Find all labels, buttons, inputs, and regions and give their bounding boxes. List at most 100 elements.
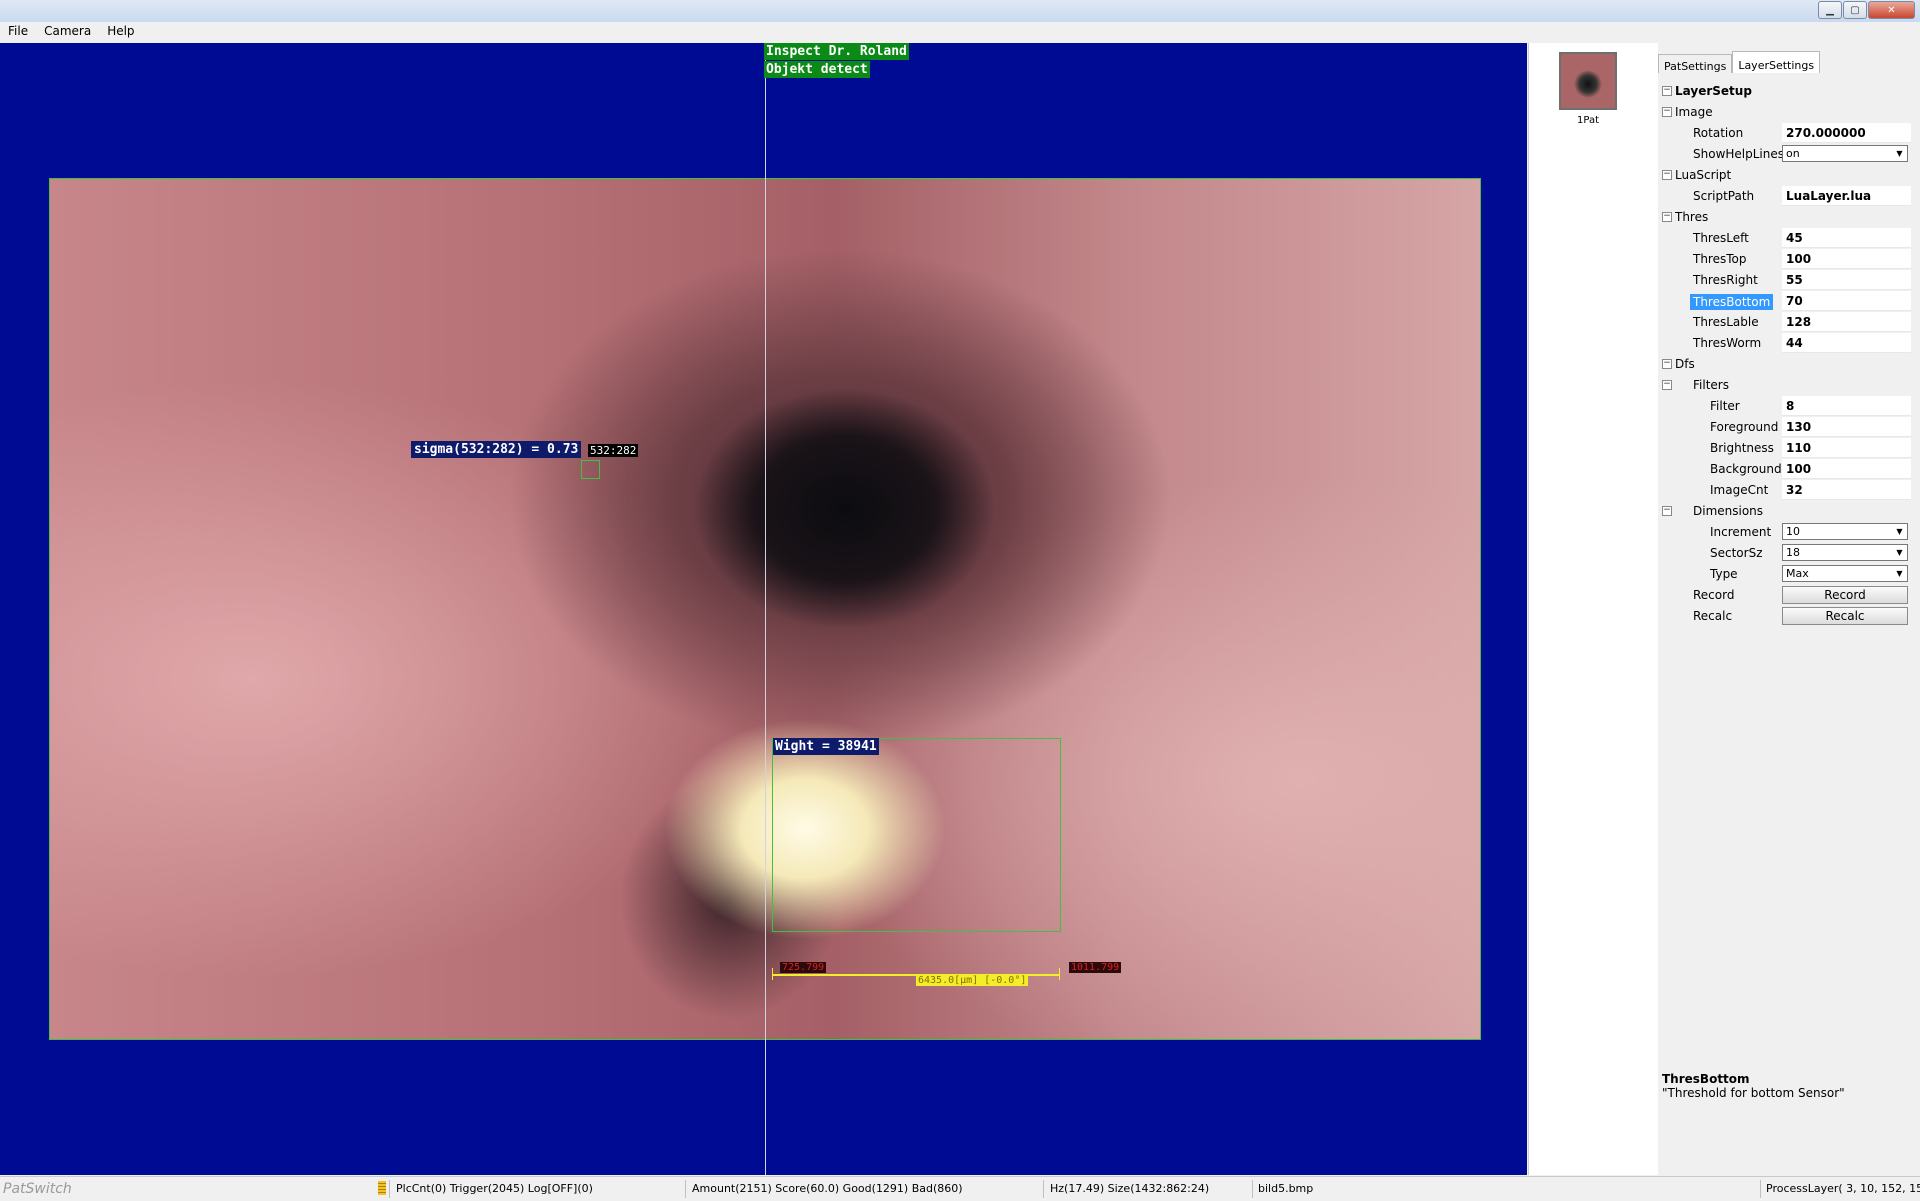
maximize-icon: ▢ xyxy=(1850,4,1860,16)
dropdown-arrow-icon[interactable]: ▼ xyxy=(1893,545,1906,560)
prop-name-recalc: Recalc xyxy=(1693,609,1733,623)
prop-value-brightness[interactable]: 110 xyxy=(1782,438,1911,458)
help-title: ThresBottom xyxy=(1662,1072,1750,1086)
collapse-icon[interactable]: − xyxy=(1662,380,1672,390)
prop-row-layersetup[interactable]: − LayerSetup xyxy=(1658,81,1912,102)
prop-name-scriptpath: ScriptPath xyxy=(1693,189,1755,203)
minimize-button[interactable]: ▁ xyxy=(1818,1,1842,19)
prop-value-foreground[interactable]: 130 xyxy=(1782,417,1911,437)
close-button[interactable]: ✕ xyxy=(1868,1,1915,19)
prop-value-imagecnt[interactable]: 32 xyxy=(1782,480,1911,500)
property-grid: − LayerSetup − Image Rotation 270.000000… xyxy=(1658,81,1912,627)
collapse-icon[interactable]: − xyxy=(1662,86,1672,96)
prop-value-thresbottom[interactable]: 70 xyxy=(1782,291,1911,311)
maximize-button[interactable]: ▢ xyxy=(1843,1,1867,19)
prop-category-dimensions: Dimensions xyxy=(1693,504,1764,518)
prop-value-threslable[interactable]: 128 xyxy=(1782,312,1911,332)
prop-value-threstop[interactable]: 100 xyxy=(1782,249,1911,269)
prop-row-threslable[interactable]: ThresLable 128 xyxy=(1658,312,1912,333)
menu-camera[interactable]: Camera xyxy=(36,22,99,42)
prop-value-filter[interactable]: 8 xyxy=(1782,396,1911,416)
status-separator xyxy=(1252,1180,1253,1198)
showhelplines-select[interactable]: on ▼ xyxy=(1782,145,1908,162)
prop-row-filters[interactable]: − Filters xyxy=(1658,375,1912,396)
prop-row-increment[interactable]: Increment 10 ▼ xyxy=(1658,522,1912,543)
tab-layersettings[interactable]: LayerSettings xyxy=(1732,51,1821,73)
status-separator xyxy=(685,1180,686,1198)
sectorsz-select[interactable]: 18 ▼ xyxy=(1782,544,1908,561)
collapse-icon[interactable]: − xyxy=(1662,359,1672,369)
prop-row-type[interactable]: Type Max ▼ xyxy=(1658,564,1912,585)
status-process: ProcessLayer( 3, 10, 152, 1527 xyxy=(1766,1182,1920,1195)
prop-row-luascript[interactable]: − LuaScript xyxy=(1658,165,1912,186)
prop-name-thresworm: ThresWorm xyxy=(1693,336,1762,350)
prop-name-brightness: Brightness xyxy=(1710,441,1774,455)
prop-value-scriptpath[interactable]: LuaLayer.lua xyxy=(1782,186,1911,206)
prop-name-filter: Filter xyxy=(1710,399,1740,413)
settings-tabs: PatSettings LayerSettings xyxy=(1658,51,1821,73)
prop-row-threstop[interactable]: ThresTop 100 xyxy=(1658,249,1912,270)
dropdown-arrow-icon[interactable]: ▼ xyxy=(1893,146,1906,161)
collapse-icon[interactable]: − xyxy=(1662,170,1672,180)
collapse-icon[interactable]: − xyxy=(1662,506,1672,516)
prop-row-brightness[interactable]: Brightness 110 xyxy=(1658,438,1912,459)
prop-value-thresleft[interactable]: 45 xyxy=(1782,228,1911,248)
prop-row-rotation[interactable]: Rotation 270.000000 xyxy=(1658,123,1912,144)
prop-row-dimensions[interactable]: − Dimensions xyxy=(1658,501,1912,522)
menu-help[interactable]: Help xyxy=(99,22,142,42)
prop-category-layersetup: LayerSetup xyxy=(1675,84,1752,98)
prop-row-background[interactable]: Background 100 xyxy=(1658,459,1912,480)
status-plc: PlcCnt(0) Trigger(2045) Log[OFF](0) xyxy=(396,1182,593,1195)
prop-row-sectorsz[interactable]: SectorSz 18 ▼ xyxy=(1658,543,1912,564)
increment-select[interactable]: 10 ▼ xyxy=(1782,523,1908,540)
collapse-icon[interactable]: − xyxy=(1662,212,1672,222)
prop-row-foreground[interactable]: Foreground 130 xyxy=(1658,417,1912,438)
status-file: bild5.bmp xyxy=(1258,1182,1314,1195)
prop-category-luascript: LuaScript xyxy=(1675,168,1732,182)
close-icon: ✕ xyxy=(1887,4,1896,16)
prop-row-imagecnt[interactable]: ImageCnt 32 xyxy=(1658,480,1912,501)
recalc-button[interactable]: Recalc xyxy=(1782,607,1908,625)
dropdown-arrow-icon[interactable]: ▼ xyxy=(1893,524,1906,539)
sectorsz-value: 18 xyxy=(1786,546,1800,559)
prop-row-thres[interactable]: − Thres xyxy=(1658,207,1912,228)
prop-name-record: Record xyxy=(1693,588,1735,602)
prop-name-sectorsz: SectorSz xyxy=(1710,546,1763,560)
prop-category-thres: Thres xyxy=(1675,210,1709,224)
prop-row-filter[interactable]: Filter 8 xyxy=(1658,396,1912,417)
prop-value-background[interactable]: 100 xyxy=(1782,459,1911,479)
weight-label: Wight = 38941 xyxy=(773,738,879,755)
prop-row-dfs[interactable]: − Dfs xyxy=(1658,354,1912,375)
type-select[interactable]: Max ▼ xyxy=(1782,565,1908,582)
prop-row-thresbottom[interactable]: ThresBottom 70 xyxy=(1658,291,1912,312)
prop-category-image: Image xyxy=(1675,105,1713,119)
prop-row-thresworm[interactable]: ThresWorm 44 xyxy=(1658,333,1912,354)
prop-row-record[interactable]: Record Record xyxy=(1658,585,1912,606)
prop-value-thresworm[interactable]: 44 xyxy=(1782,333,1911,353)
prop-row-thresleft[interactable]: ThresLeft 45 xyxy=(1658,228,1912,249)
prop-row-recalc[interactable]: Recalc Recalc xyxy=(1658,606,1912,627)
dropdown-arrow-icon[interactable]: ▼ xyxy=(1893,566,1906,581)
prop-value-thresright[interactable]: 55 xyxy=(1782,270,1911,290)
prop-name-background: Background xyxy=(1710,462,1782,476)
prop-row-image[interactable]: − Image xyxy=(1658,102,1912,123)
prop-name-showhelplines: ShowHelpLines xyxy=(1693,147,1784,161)
prop-category-dfs: Dfs xyxy=(1675,357,1695,371)
prop-row-thresright[interactable]: ThresRight 55 xyxy=(1658,270,1912,291)
status-amount: Amount(2151) Score(60.0) Good(1291) Bad(… xyxy=(692,1182,963,1195)
prop-row-scriptpath[interactable]: ScriptPath LuaLayer.lua xyxy=(1658,186,1912,207)
image-viewport[interactable]: Inspect Dr. Roland Objekt detect sigma(5… xyxy=(0,43,1527,1175)
prop-row-showhelplines[interactable]: ShowHelpLines on ▼ xyxy=(1658,144,1912,165)
menu-file[interactable]: File xyxy=(0,22,36,42)
status-bar: PatSwitch PlcCnt(0) Trigger(2045) Log[OF… xyxy=(0,1176,1920,1201)
status-hz: Hz(17.49) Size(1432:862:24) xyxy=(1050,1182,1210,1195)
showhelplines-value: on xyxy=(1786,147,1800,160)
pattern-thumbnail[interactable] xyxy=(1559,52,1617,110)
collapse-icon[interactable]: − xyxy=(1662,107,1672,117)
tab-patsettings[interactable]: PatSettings xyxy=(1658,54,1733,73)
measure-right-label: 1011.799 xyxy=(1069,962,1122,973)
prop-name-foreground: Foreground xyxy=(1710,420,1779,434)
record-button[interactable]: Record xyxy=(1782,586,1908,604)
prop-value-rotation[interactable]: 270.000000 xyxy=(1782,123,1911,143)
help-line-vertical xyxy=(765,43,766,1175)
